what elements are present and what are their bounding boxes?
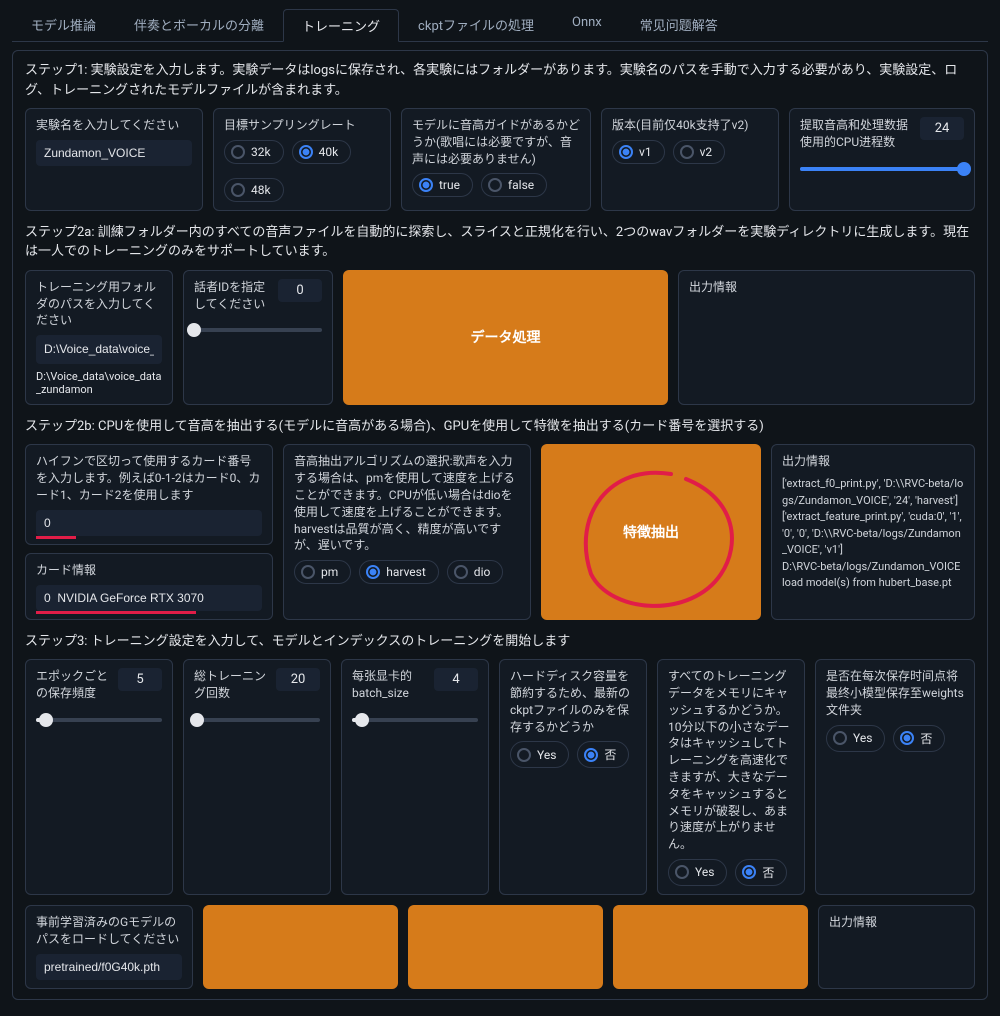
version-label: 版本(目前仅40k支持了v2): [612, 117, 768, 134]
radio-weights-no[interactable]: 否: [893, 725, 945, 752]
radio-v1[interactable]: v1: [612, 140, 665, 164]
g-model-input[interactable]: [36, 954, 182, 980]
step2b-text: ステップ2b: CPUを使用して音高を抽出する(モデルに音高がある場合)、GPU…: [25, 417, 975, 437]
train-path-display: D:\Voice_data\voice_data_zundamon: [36, 370, 162, 396]
process-data-button[interactable]: データ処理: [343, 270, 668, 405]
radio-cache-no[interactable]: 否: [735, 859, 787, 886]
tab-bar: モデル推論 伴奏とボーカルの分離 トレーニング ckptファイルの処理 Onnx…: [12, 8, 988, 42]
batch-label: 每张显卡的batch_size: [352, 668, 428, 702]
save-freq-slider[interactable]: [36, 718, 162, 722]
step2b-output-label: 出力情報: [782, 453, 964, 470]
annotation-underline-2: [36, 609, 196, 614]
cpu-value: 24: [920, 117, 964, 140]
radio-32k[interactable]: 32k: [224, 140, 284, 164]
step2b-output-text: ['extract_f0_print.py', 'D:\\RVC-beta/lo…: [782, 476, 964, 592]
tab-inference[interactable]: モデル推論: [12, 8, 115, 41]
radio-cache-yes[interactable]: Yes: [668, 859, 727, 886]
tab-separation[interactable]: 伴奏とボーカルの分離: [115, 8, 283, 41]
radio-latest-no[interactable]: 否: [577, 741, 629, 768]
speaker-id-label: 話者IDを指定してください: [194, 279, 270, 313]
batch-value: 4: [434, 668, 478, 691]
save-freq-value: 5: [118, 668, 162, 691]
epoch-slider[interactable]: [194, 718, 320, 722]
step3-output-label: 出力情報: [829, 914, 964, 931]
training-panel: ステップ1: 実験設定を入力します。実験データはlogsに保存され、各実験にはフ…: [12, 50, 988, 1000]
speaker-id-value: 0: [278, 279, 322, 302]
train-path-input[interactable]: [36, 335, 162, 364]
cpu-slider[interactable]: [800, 167, 964, 171]
save-freq-label: エポックごとの保存頻度: [36, 668, 112, 702]
exp-name-label: 実験名を入力してください: [36, 117, 192, 134]
step2a-output-label: 出力情報: [689, 279, 964, 296]
radio-pm[interactable]: pm: [294, 560, 351, 584]
cache-label: すべてのトレーニングデータをメモリにキャッシュするかどうか。10分以下の小さなデ…: [668, 668, 794, 853]
step2a-text: ステップ2a: 訓練フォルダー内のすべての音声ファイルを自動的に探索し、スライス…: [25, 223, 975, 262]
train-model-button[interactable]: [203, 905, 398, 989]
gpu-info-input[interactable]: [36, 585, 262, 611]
radio-weights-yes[interactable]: Yes: [826, 725, 885, 752]
cpu-label: 提取音高和处理数据使用的CPU进程数: [800, 117, 912, 151]
radio-dio[interactable]: dio: [447, 560, 504, 584]
train-path-label: トレーニング用フォルダのパスを入力してください: [36, 279, 162, 329]
epoch-label: 総トレーニング回数: [194, 668, 270, 702]
speaker-id-slider[interactable]: [194, 328, 322, 332]
radio-40k[interactable]: 40k: [292, 140, 352, 164]
epoch-value: 20: [276, 668, 320, 691]
step3-text: ステップ3: トレーニング設定を入力して、モデルとインデックスのトレーニングを開…: [25, 632, 975, 652]
gpu-info-label: カード情報: [36, 562, 262, 579]
tab-training[interactable]: トレーニング: [283, 9, 399, 42]
tab-ckpt[interactable]: ckptファイルの処理: [399, 8, 553, 41]
card-numbers-label: ハイフンで区切って使用するカード番号を入力します。例えば0-1-2はカード0、カ…: [36, 453, 262, 503]
train-index-button[interactable]: [408, 905, 603, 989]
card-numbers-input[interactable]: [36, 510, 262, 536]
step1-text: ステップ1: 実験設定を入力します。実験データはlogsに保存され、各実験にはフ…: [25, 61, 975, 100]
extract-features-button[interactable]: 特徴抽出: [541, 444, 761, 619]
radio-harvest[interactable]: harvest: [359, 560, 439, 584]
radio-f0-false[interactable]: false: [481, 173, 547, 197]
tab-onnx[interactable]: Onnx: [553, 8, 621, 41]
exp-name-input[interactable]: [36, 140, 192, 166]
batch-slider[interactable]: [352, 718, 478, 722]
tab-faq[interactable]: 常见问题解答: [621, 8, 737, 41]
g-model-label: 事前学習済みのGモデルのパスをロードしてください: [36, 914, 182, 948]
radio-48k[interactable]: 48k: [224, 178, 284, 202]
radio-latest-yes[interactable]: Yes: [510, 741, 569, 768]
radio-v2[interactable]: v2: [673, 140, 726, 164]
f0-algo-label: 音高抽出アルゴリズムの選択:歌声を入力する場合は、pmを使用して速度を上げること…: [294, 453, 520, 554]
sample-rate-label: 目標サンプリングレート: [224, 117, 380, 134]
radio-f0-true[interactable]: true: [412, 173, 473, 197]
annotation-underline-1: [36, 534, 76, 539]
weights-label: 是否在每次保存时间点将最终小模型保存至weights文件夹: [826, 668, 964, 718]
save-latest-label: ハードディスク容量を節約するため、最新のckptファイルのみを保存するかどうか: [510, 668, 636, 735]
one-click-train-button[interactable]: [613, 905, 808, 989]
f0-label: モデルに音高ガイドがあるかどうか(歌唱には必要ですが、音声には必要ありません): [412, 117, 580, 167]
